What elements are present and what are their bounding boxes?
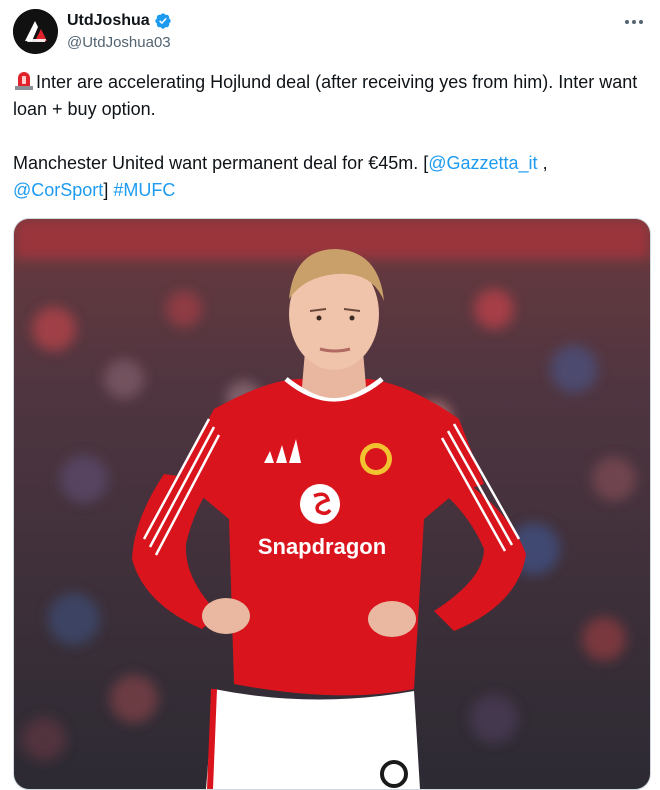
bracket-close: ] bbox=[103, 180, 114, 200]
siren-emoji-icon bbox=[15, 72, 33, 90]
tweet-media-photo[interactable]: Snapdragon bbox=[13, 218, 651, 790]
verified-badge-icon bbox=[154, 13, 171, 29]
player-photo: Snapdragon bbox=[14, 219, 650, 789]
mention-separator: , bbox=[537, 153, 548, 173]
tweet-line-2: Manchester United want permanent deal fo… bbox=[13, 153, 429, 173]
mention-corsport-link[interactable]: @CorSport bbox=[13, 180, 103, 200]
author-handle[interactable]: @UtdJoshua03 bbox=[67, 34, 171, 51]
more-options-icon bbox=[625, 20, 643, 24]
author-avatar[interactable] bbox=[13, 9, 58, 54]
tweet-body: Inter are accelerating Hojlund deal (aft… bbox=[13, 69, 653, 204]
tweet-line-1: Inter are accelerating Hojlund deal (aft… bbox=[13, 72, 643, 119]
shirt-sponsor-text: Snapdragon bbox=[258, 534, 386, 559]
avatar-logo-icon bbox=[13, 9, 58, 54]
author-display-name[interactable]: UtdJoshua bbox=[67, 12, 150, 30]
hashtag-mufc-link[interactable]: #MUFC bbox=[113, 180, 175, 200]
tweet-header: UtdJoshua @UtdJoshua03 bbox=[13, 9, 647, 59]
mention-gazzetta-link[interactable]: @Gazzetta_it bbox=[428, 153, 537, 173]
more-options-button[interactable] bbox=[621, 9, 647, 35]
